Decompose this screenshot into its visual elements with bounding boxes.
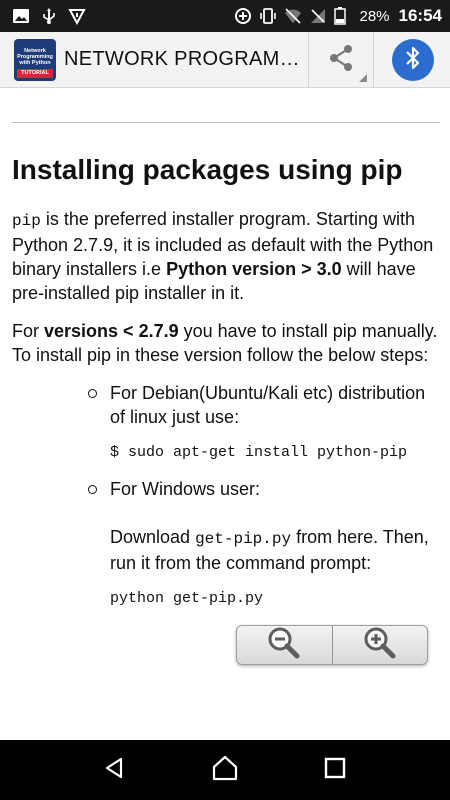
page-title: Installing packages using pip <box>12 154 403 185</box>
usb-icon <box>40 7 58 25</box>
app-title: NETWORK PROGRAM… <box>64 48 300 70</box>
home-button[interactable] <box>205 750 245 790</box>
inline-code-get-pip: get-pip.py <box>195 530 292 548</box>
versions-bold: versions < 2.7.9 <box>44 321 179 341</box>
app-logo-tag: TUTORIAL <box>17 68 53 78</box>
data-saver-icon <box>234 7 252 25</box>
vibrate-icon <box>259 7 277 25</box>
step-text: For Windows user: <box>110 479 261 499</box>
list-item: For Windows user: Download get-pip.py fr… <box>88 477 438 609</box>
inline-code-pip: pip <box>12 212 41 230</box>
battery-icon <box>334 7 352 25</box>
bullet-icon <box>88 389 97 398</box>
versions-text-a: For <box>12 321 45 341</box>
bullet-icon <box>88 485 97 494</box>
back-icon <box>103 756 127 785</box>
code-block: $ sudo apt-get install python-pip <box>110 444 408 461</box>
article-content[interactable]: Installing packages using pip pip is the… <box>0 89 450 677</box>
share-button[interactable] <box>308 32 374 88</box>
zoom-out-button[interactable] <box>237 626 332 664</box>
recents-button[interactable] <box>315 750 355 790</box>
app-logo-text: Network Programming with Python <box>17 47 53 66</box>
bluetooth-button[interactable] <box>392 39 434 81</box>
zoom-in-button[interactable] <box>333 626 428 664</box>
list-item: For Debian(Ubuntu/Kali etc) distribution… <box>88 381 438 463</box>
signal-icon <box>309 7 327 25</box>
steps-list: For Debian(Ubuntu/Kali etc) distribution… <box>12 381 438 609</box>
app-logo[interactable]: Network Programming with Python TUTORIAL <box>14 38 56 81</box>
home-icon <box>211 754 239 787</box>
versions-paragraph: For versions < 2.7.9 you have to install… <box>12 319 438 367</box>
zoom-out-icon <box>267 626 301 665</box>
navigation-bar <box>0 740 450 800</box>
divider <box>12 122 440 123</box>
status-bar: 28% 16:54 <box>0 0 450 32</box>
clock: 16:54 <box>398 6 442 25</box>
code-block: python get-pip.py <box>110 590 264 607</box>
step-text: For Debian(Ubuntu/Kali etc) distribution… <box>110 383 426 427</box>
image-icon <box>12 7 30 25</box>
recents-icon <box>324 757 346 784</box>
wifi-icon <box>284 7 302 25</box>
detail-text-a: Download <box>110 527 196 547</box>
battery-percent: 28% <box>359 7 390 25</box>
bluetooth-icon <box>402 45 424 76</box>
step-detail: Download get-pip.py from here. Then, run… <box>110 525 438 575</box>
intro-paragraph: pip is the preferred installer program. … <box>12 207 438 305</box>
zoom-in-icon <box>363 626 397 665</box>
share-icon <box>326 43 356 78</box>
zoom-controls <box>236 625 428 665</box>
app-bar: Network Programming with Python TUTORIAL… <box>0 32 450 88</box>
intro-bold: Python version > 3.0 <box>166 259 342 279</box>
debug-icon <box>68 7 86 26</box>
back-button[interactable] <box>95 750 135 790</box>
